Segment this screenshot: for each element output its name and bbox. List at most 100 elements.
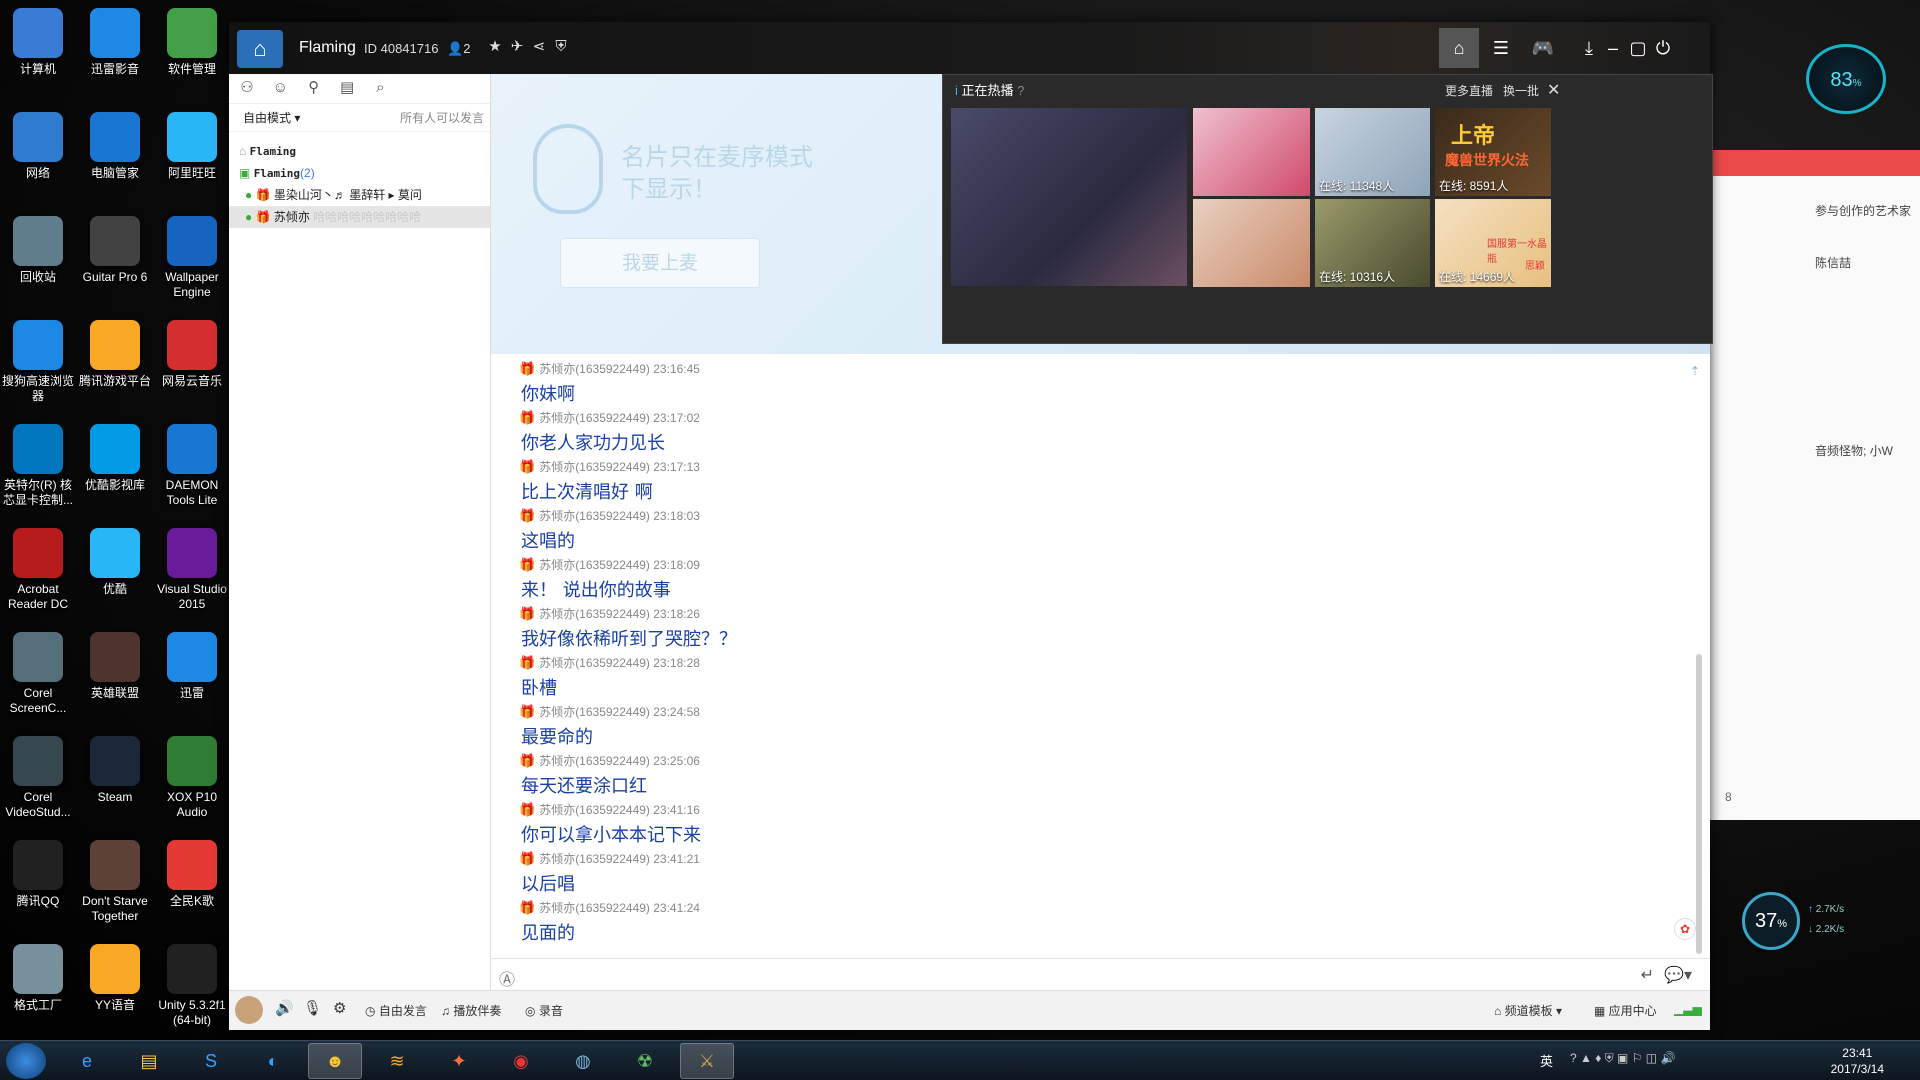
chat-icon[interactable]: ☺ bbox=[268, 79, 292, 103]
share-icon[interactable]: ⋖ bbox=[529, 37, 549, 57]
desktop-icon[interactable]: Acrobat Reader DC bbox=[0, 528, 76, 612]
tree-channel[interactable]: ▣ Flaming(2) bbox=[229, 162, 490, 184]
start-button[interactable] bbox=[6, 1043, 46, 1079]
maximize-icon[interactable]: ▢ bbox=[1624, 28, 1652, 68]
live-thumb-3[interactable]: 在线: 11348人 bbox=[1315, 108, 1430, 196]
live-thumb-6[interactable]: 在线: 10316人 bbox=[1315, 199, 1430, 287]
shield-icon[interactable]: ⛨ bbox=[551, 37, 571, 57]
tree-root[interactable]: ⌂ Flaming bbox=[229, 140, 490, 162]
mic-icon[interactable]: 🎙 bbox=[303, 999, 322, 1017]
record-button[interactable]: ◎ 录音 bbox=[525, 1002, 563, 1019]
desktop-icon[interactable]: 电脑管家 bbox=[77, 112, 153, 181]
netease-taskbar-icon[interactable]: ◉ bbox=[494, 1043, 548, 1079]
tree-user-selected[interactable]: ● 🎁 苏倾亦 哈哈哈哈哈哈哈哈哈 bbox=[229, 206, 490, 228]
scroll-top-icon[interactable]: ⇡ bbox=[1690, 364, 1700, 378]
notes-icon[interactable]: ▤ bbox=[335, 78, 359, 102]
hot-title: 正在热播 bbox=[961, 83, 1014, 98]
app-center-button[interactable]: ▦ 应用中心 bbox=[1594, 1002, 1657, 1019]
message-options-icon[interactable]: 💬▾ bbox=[1664, 965, 1692, 985]
desktop-icon[interactable]: Visual Studio 2015 bbox=[154, 528, 230, 612]
sogou-taskbar-icon[interactable]: S bbox=[184, 1043, 238, 1079]
desktop-icon[interactable]: 腾讯QQ bbox=[0, 840, 76, 909]
members-icon[interactable]: ⚇ bbox=[235, 78, 259, 102]
tencent-games-taskbar-icon[interactable]: ≋ bbox=[370, 1043, 424, 1079]
game-taskbar-icon[interactable]: ✦ bbox=[432, 1043, 486, 1079]
desktop-icon[interactable]: 迅雷 bbox=[154, 632, 230, 701]
speaker-icon[interactable]: 🔊 bbox=[275, 999, 294, 1017]
plane-icon[interactable]: ✈ bbox=[507, 37, 527, 57]
avatar[interactable] bbox=[235, 996, 263, 1024]
desktop-icon-label: YY语音 bbox=[94, 998, 135, 1012]
network-speed-widget[interactable]: 37% ↑ 2.7K/s ↓ 2.2K/s bbox=[1742, 892, 1902, 952]
flower-icon[interactable]: ✿ bbox=[1674, 918, 1696, 940]
desktop-icon[interactable]: 迅雷影音 bbox=[77, 8, 153, 77]
xox-taskbar-icon[interactable]: ☢ bbox=[618, 1043, 672, 1079]
audio-credit: 音频怪物; 小W bbox=[1815, 444, 1893, 458]
desktop-icon[interactable]: Guitar Pro 6 bbox=[77, 216, 153, 285]
more-live-link[interactable]: 更多直播 bbox=[1445, 75, 1493, 107]
desktop-icon[interactable]: DAEMON Tools Lite bbox=[154, 424, 230, 508]
desktop-icon[interactable]: 网易云音乐 bbox=[154, 320, 230, 389]
desktop-icon[interactable]: Unity 5.3.2f1 (64-bit) bbox=[154, 944, 230, 1028]
desktop-icon[interactable]: 优酷 bbox=[77, 528, 153, 597]
live-thumb-1[interactable] bbox=[951, 108, 1187, 286]
desktop-icon[interactable]: XOX P10 Audio bbox=[154, 736, 230, 820]
join-mic-button[interactable]: 我要上麦 bbox=[560, 238, 760, 288]
tray-icons[interactable]: ? ▲ ♦ ⛨ ▣ ⚐ ◫ 🔊 bbox=[1570, 1051, 1675, 1066]
search-icon[interactable]: ⌕ bbox=[368, 79, 392, 103]
tree-user[interactable]: ● 🎁 墨染山河丶♬ 墨辞轩 ▸ 莫问 bbox=[229, 184, 490, 206]
play-accomp-button[interactable]: ♫ 播放伴奏 bbox=[441, 1002, 501, 1019]
chat-scrollbar[interactable] bbox=[1696, 654, 1702, 954]
chat-message-text: 比上次清唱好 啊 bbox=[521, 482, 653, 503]
channel-template-button[interactable]: ⌂ 频道模板 ▾ bbox=[1494, 1002, 1562, 1019]
desktop-icon[interactable]: Wallpaper Engine bbox=[154, 216, 230, 300]
xunlei-taskbar-icon[interactable]: ◐ bbox=[246, 1043, 300, 1079]
desktop-icon[interactable]: 优酷影视库 bbox=[77, 424, 153, 493]
desktop-icon[interactable]: Don't Starve Together bbox=[77, 840, 153, 924]
desktop-icon[interactable]: 全民K歌 bbox=[154, 840, 230, 909]
desktop-icon[interactable]: 阿里旺旺 bbox=[154, 112, 230, 181]
steam-taskbar-icon[interactable]: ◍ bbox=[556, 1043, 610, 1079]
desktop-icon[interactable]: 计算机 bbox=[0, 8, 76, 77]
close-icon[interactable]: ✕ bbox=[1547, 75, 1560, 107]
live-thumb-5[interactable] bbox=[1193, 199, 1310, 287]
desktop-icon[interactable]: 搜狗高速浏览器 bbox=[0, 320, 76, 404]
desktop-icon[interactable]: 腾讯游戏平台 bbox=[77, 320, 153, 389]
live-thumb-7[interactable]: 国服第一水晶瓶 思颖 在线: 14669人 bbox=[1435, 199, 1551, 287]
favorite-icon[interactable]: ★ bbox=[485, 37, 505, 57]
minimize-icon[interactable]: – bbox=[1599, 28, 1627, 68]
explorer-icon[interactable]: ▤ bbox=[122, 1043, 176, 1079]
ime-indicator[interactable]: 英 bbox=[1540, 1051, 1553, 1070]
list-icon[interactable]: ☰ bbox=[1481, 28, 1521, 68]
power-icon[interactable]: ⏻ bbox=[1649, 28, 1677, 68]
desktop-icon[interactable]: 英雄联盟 bbox=[77, 632, 153, 701]
cpu-usage-widget[interactable]: 83% bbox=[1806, 44, 1886, 114]
mode-selector[interactable]: 自由模式 ▾ 所有人可以发言 bbox=[229, 104, 490, 132]
yy-taskbar-icon[interactable]: ☻ bbox=[308, 1043, 362, 1079]
refresh-link[interactable]: 换一批 bbox=[1503, 75, 1539, 107]
home-icon[interactable]: ⌂ bbox=[1439, 28, 1479, 68]
channel-home-icon[interactable]: ⌂ bbox=[237, 30, 283, 68]
desktop-icon[interactable]: YY语音 bbox=[77, 944, 153, 1013]
desktop-icon[interactable]: 软件管理 bbox=[154, 8, 230, 77]
live-thumb-2[interactable] bbox=[1193, 108, 1310, 196]
live-thumb-4[interactable]: 上帝 魔兽世界火法 在线: 8591人 bbox=[1435, 108, 1551, 196]
desktop-icon[interactable]: Steam bbox=[77, 736, 153, 805]
location-icon[interactable]: ⚲ bbox=[302, 78, 326, 102]
desktop-icon[interactable]: 格式工厂 bbox=[0, 944, 76, 1013]
clock[interactable]: 23:41 2017/3/14 bbox=[1831, 1045, 1884, 1077]
gamepad-icon[interactable]: 🎮 bbox=[1523, 28, 1563, 68]
desktop-icon[interactable]: Corel ScreenC... bbox=[0, 632, 76, 716]
lol-taskbar-icon[interactable]: ⚔ bbox=[680, 1043, 734, 1079]
enter-icon[interactable]: ↵ bbox=[1641, 965, 1654, 985]
ie-icon[interactable]: e bbox=[60, 1043, 114, 1079]
desktop-icon[interactable]: 回收站 bbox=[0, 216, 76, 285]
help-icon[interactable]: ? bbox=[1017, 83, 1024, 98]
desktop-icon[interactable]: Corel VideoStud... bbox=[0, 736, 76, 820]
desktop-icon[interactable]: 网络 bbox=[0, 112, 76, 181]
text-format-icon[interactable]: Ⓐ bbox=[499, 966, 515, 990]
free-speak-button[interactable]: ◷ 自由发言 bbox=[365, 1002, 427, 1019]
chat-message-meta: 🎁 苏倾亦(1635922449) 23:41:16 bbox=[519, 802, 700, 817]
mixer-icon[interactable]: ⚙ bbox=[333, 999, 346, 1017]
desktop-icon[interactable]: 英特尔(R) 核芯显卡控制... bbox=[0, 424, 76, 508]
